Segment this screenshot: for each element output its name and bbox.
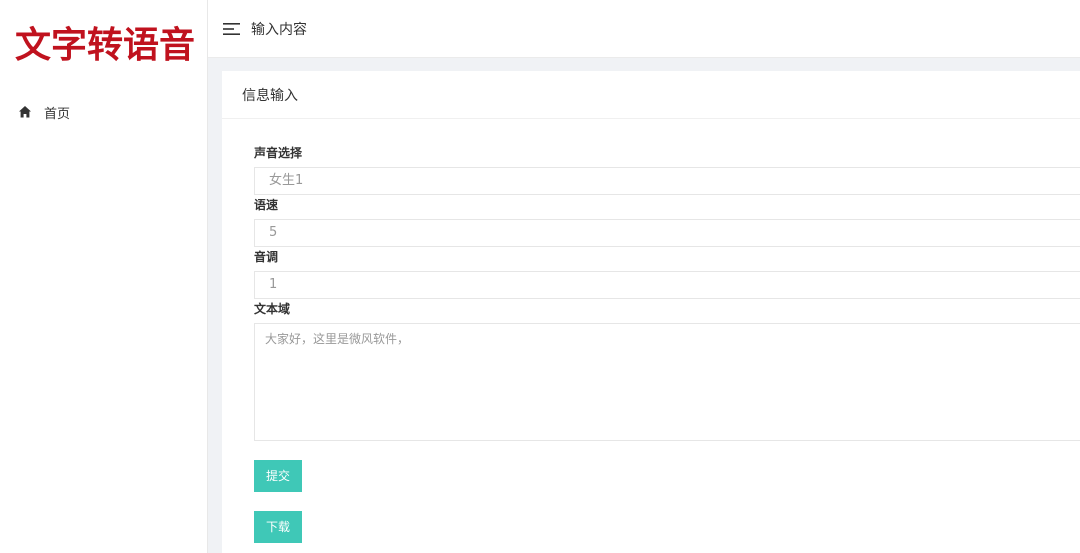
top-bar: 输入内容: [208, 0, 1080, 58]
menu-icon[interactable]: [222, 21, 242, 37]
pitch-input[interactable]: 1: [254, 271, 1080, 299]
voice-label: 声音选择: [254, 146, 303, 160]
app-logo: 文字转语音: [15, 25, 196, 66]
submit-button[interactable]: 提交: [254, 460, 302, 492]
speed-input[interactable]: 5: [254, 219, 1080, 247]
sidebar: 文字转语音 首页: [0, 0, 208, 553]
text-label: 文本域: [254, 302, 291, 316]
download-button[interactable]: 下载: [254, 511, 302, 543]
pitch-label: 音调: [254, 250, 279, 264]
input-form: 声音选择 女生1 语速 5 音调 1 文本域 大家好，这里是微风软件， 提交 下…: [254, 145, 1080, 543]
voice-select[interactable]: 女生1: [254, 167, 1080, 195]
page-title: 输入内容: [251, 21, 307, 38]
sidebar-item-label: 首页: [44, 106, 71, 122]
info-card: 信息输入 声音选择 女生1 语速 5 音调 1 文本域 大家好，这里是微风软件，…: [222, 71, 1080, 553]
text-area[interactable]: 大家好，这里是微风软件，: [254, 323, 1080, 441]
speed-label: 语速: [254, 198, 279, 212]
home-icon: [18, 105, 32, 119]
card-title: 信息输入: [222, 71, 1080, 119]
sidebar-item-home[interactable]: 首页: [18, 100, 70, 124]
